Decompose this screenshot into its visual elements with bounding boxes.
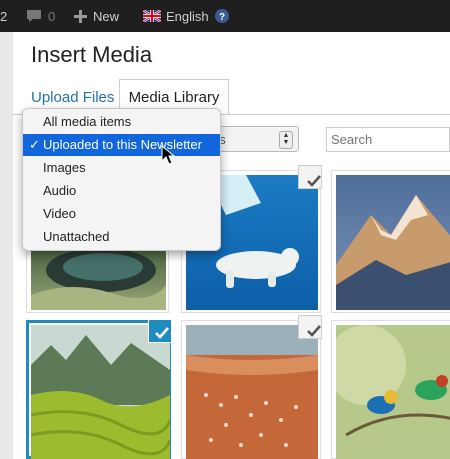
menu-item-audio[interactable]: Audio [23, 180, 220, 202]
select-arrows-icon: ▲ ▼ [279, 131, 293, 149]
tab-upload-files[interactable]: Upload Files [31, 89, 114, 106]
admin-bar-number[interactable]: 2 [0, 0, 7, 32]
select-checkbox-selected[interactable] [148, 319, 172, 343]
media-thumb-flamingos[interactable] [181, 315, 322, 459]
comments-count: 0 [48, 8, 56, 24]
new-link[interactable]: New [74, 0, 119, 32]
help-icon[interactable]: ? [214, 9, 229, 23]
checkmark-icon [307, 175, 321, 187]
menu-item-label: Audio [43, 183, 77, 198]
language-switcher[interactable]: English ? [143, 0, 229, 32]
checkmark-icon [155, 327, 169, 339]
media-image-birds [336, 325, 450, 459]
language-label: English [166, 8, 209, 24]
comment-icon [27, 10, 41, 22]
media-thumb-rice-terraces[interactable] [26, 319, 172, 459]
plus-icon [74, 9, 87, 23]
menu-item-label: Video [43, 206, 77, 221]
menu-item-video[interactable]: Video [23, 203, 220, 225]
checkmark-icon [307, 325, 321, 337]
media-thumb-mountain[interactable] [331, 170, 450, 313]
svg-text:?: ? [219, 12, 225, 23]
admin-bar: 2 0 New English ? [0, 0, 450, 32]
select-checkbox[interactable] [298, 315, 322, 339]
filter-dropdown-menu: All media items ✓ Uploaded to this Newsl… [22, 108, 221, 251]
modal-title: Insert Media [31, 42, 153, 67]
menu-item-images[interactable]: Images [23, 157, 220, 179]
media-image-mountain [336, 175, 450, 310]
select-checkbox[interactable] [298, 165, 322, 189]
menu-item-label: Unattached [43, 229, 110, 244]
mouse-cursor-icon [161, 145, 175, 165]
new-label: New [93, 8, 120, 24]
menu-item-label: All media items [43, 114, 132, 129]
search-input[interactable] [326, 127, 450, 152]
comments-link[interactable]: 0 [26, 0, 55, 32]
menu-item-label: Uploaded to this Newsletter [43, 137, 202, 152]
menu-item-all-media[interactable]: All media items [23, 111, 220, 133]
checkmark-icon: ✓ [29, 137, 40, 152]
media-thumb-birds[interactable] [331, 320, 450, 459]
menu-item-label: Images [43, 160, 86, 175]
media-image-rice-terraces [31, 325, 170, 459]
menu-item-uploaded-to-newsletter[interactable]: ✓ Uploaded to this Newsletter [23, 134, 220, 156]
flag-uk-icon [143, 10, 161, 22]
media-image-flamingos [186, 325, 318, 459]
menu-item-unattached[interactable]: Unattached [23, 226, 220, 248]
